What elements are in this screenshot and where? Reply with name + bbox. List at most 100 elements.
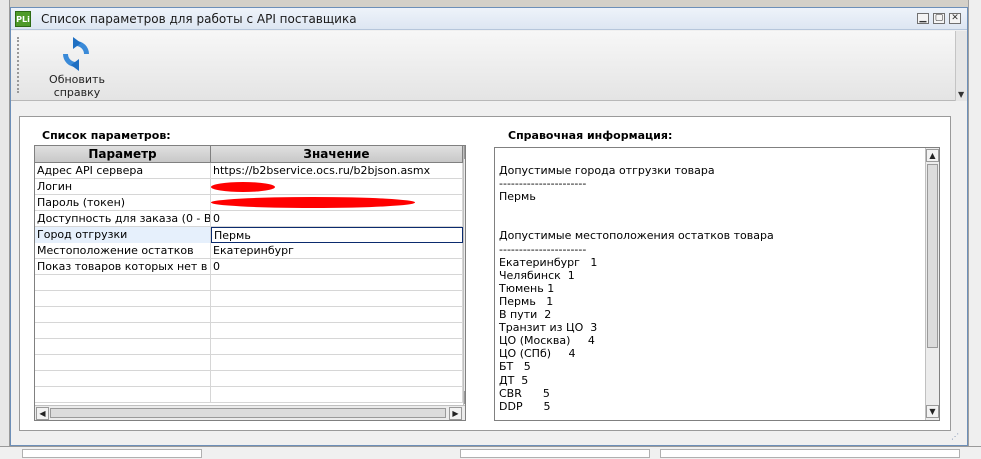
redaction-mark <box>211 182 275 192</box>
parameters-window: PLi Список параметров для работы с API п… <box>10 7 968 446</box>
maximize-button[interactable]: ▢ <box>933 13 945 24</box>
table-row[interactable]: Логин <box>35 179 465 195</box>
empty-cell <box>35 275 211 291</box>
reference-line: БТ 5 <box>499 360 531 374</box>
reference-line: Транзит из ЦО 3 <box>499 321 598 335</box>
empty-cell <box>211 307 463 323</box>
close-button[interactable]: ✕ <box>949 13 961 24</box>
table-row-empty[interactable] <box>35 339 465 355</box>
background-app-left-edge <box>0 0 10 459</box>
window-title: Список параметров для работы с API поста… <box>41 12 357 26</box>
empty-cell <box>35 339 211 355</box>
empty-cell <box>35 355 211 371</box>
table-row-empty[interactable] <box>35 387 465 403</box>
scroll-right-icon[interactable]: ▶ <box>449 407 462 420</box>
param-name-cell[interactable]: Доступность для заказа (0 - Весь <box>35 211 211 227</box>
param-value-cell[interactable]: 0 <box>211 259 463 275</box>
grid-header: Параметр Значение <box>35 146 465 163</box>
scroll-down-icon[interactable]: ▼ <box>926 405 939 418</box>
empty-cell <box>35 307 211 323</box>
param-value-cell[interactable]: Екатеринбург <box>211 243 463 259</box>
reference-line <box>499 216 919 229</box>
table-row-empty[interactable] <box>35 275 465 291</box>
scroll-left-icon[interactable]: ◀ <box>36 407 49 420</box>
toolbar-grip[interactable] <box>17 37 20 93</box>
reference-line: ---------------------- <box>499 177 587 191</box>
empty-cell <box>35 323 211 339</box>
grid-horizontal-scrollbar[interactable]: ◀ ▶ <box>35 405 465 420</box>
refresh-reference-button[interactable]: Обновить справку <box>25 35 129 99</box>
table-row-selected[interactable]: Город отгрузки Пермь <box>35 227 465 243</box>
reference-line: ЦО (Москва) 4 <box>499 334 595 348</box>
reference-line: Допустимые местоположения остатков товар… <box>499 229 774 243</box>
param-name-cell[interactable]: Пароль (токен) <box>35 195 211 211</box>
param-name-cell[interactable]: Город отгрузки <box>35 227 211 243</box>
table-row-empty[interactable] <box>35 323 465 339</box>
column-header-param[interactable]: Параметр <box>35 146 211 163</box>
grid-vertical-scrollbar[interactable]: ▲ ▼ <box>463 146 465 405</box>
vertical-scroll-thumb[interactable] <box>927 164 938 348</box>
grid-body: Адрес API сервера https://b2bservice.ocs… <box>35 163 465 405</box>
table-row[interactable]: Доступность для заказа (0 - Весь 0 <box>35 211 465 227</box>
table-row[interactable]: Местоположение остатков Екатеринбург <box>35 243 465 259</box>
reference-line: ---------------------- <box>499 242 587 256</box>
empty-cell <box>211 275 463 291</box>
reference-line: Челябинск 1 <box>499 268 575 282</box>
background-field <box>460 449 650 458</box>
scroll-up-icon[interactable]: ▲ <box>926 149 939 162</box>
param-name-cell[interactable]: Логин <box>35 179 211 195</box>
reference-line: Пермь 1 <box>499 294 554 308</box>
reference-vertical-scrollbar[interactable]: ▲ ▼ <box>925 148 939 420</box>
table-row[interactable]: Пароль (токен) <box>35 195 465 211</box>
param-name-cell[interactable]: Показ товаров которых нет в нал <box>35 259 211 275</box>
resize-grip-icon[interactable]: ⋰ <box>951 432 961 442</box>
reference-line: ДТ 5 <box>499 373 529 387</box>
reference-line: В пути 2 <box>499 308 552 322</box>
empty-cell <box>35 387 211 403</box>
reference-line <box>499 203 919 216</box>
reference-line: ЦО (СПб) 4 <box>499 347 576 361</box>
reference-section-label: Справочная информация: <box>508 129 673 142</box>
empty-cell <box>211 291 463 307</box>
empty-cell <box>35 371 211 387</box>
background-app-bottom-edge <box>0 446 981 459</box>
redaction-mark <box>211 197 415 208</box>
empty-cell <box>211 339 463 355</box>
param-value-cell[interactable]: https://b2bservice.ocs.ru/b2bjson.asmx <box>211 163 463 179</box>
column-header-value[interactable]: Значение <box>211 146 463 163</box>
scroll-up-icon[interactable]: ▲ <box>464 146 465 159</box>
empty-cell <box>211 355 463 371</box>
param-name-cell[interactable]: Адрес API сервера <box>35 163 211 179</box>
toolbar: Обновить справку ▼ <box>11 31 967 101</box>
horizontal-scroll-thumb[interactable] <box>50 408 446 418</box>
empty-cell <box>211 323 463 339</box>
reference-textarea[interactable]: Допустимые города отгрузки товара -------… <box>494 147 940 421</box>
background-field <box>660 449 960 458</box>
empty-cell <box>211 387 463 403</box>
minimize-button[interactable]: ▁ <box>917 13 929 24</box>
title-bar[interactable]: PLi Список параметров для работы с API п… <box>11 8 967 30</box>
param-value-cell[interactable]: 0 <box>211 211 463 227</box>
table-row-empty[interactable] <box>35 355 465 371</box>
table-row[interactable]: Показ товаров которых нет в нал 0 <box>35 259 465 275</box>
chevron-down-icon: ▼ <box>958 90 965 99</box>
param-name-cell[interactable]: Местоположение остатков <box>35 243 211 259</box>
reference-text: Допустимые города отгрузки товара -------… <box>499 164 919 413</box>
table-row-empty[interactable] <box>35 291 465 307</box>
params-section-label: Список параметров: <box>42 129 171 142</box>
empty-cell <box>211 371 463 387</box>
table-row[interactable]: Адрес API сервера https://b2bservice.ocs… <box>35 163 465 179</box>
table-row-empty[interactable] <box>35 371 465 387</box>
table-row-empty[interactable] <box>35 307 465 323</box>
empty-cell <box>35 291 211 307</box>
reference-line: DDP 5 <box>499 399 551 413</box>
param-value-cell[interactable]: Пермь <box>211 227 463 243</box>
refresh-reference-label: Обновить справку <box>49 73 105 99</box>
toolbar-overflow[interactable]: ▼ <box>955 31 967 101</box>
reference-line: Допустимые города отгрузки товара <box>499 164 715 177</box>
reference-line: Екатеринбург 1 <box>499 255 598 269</box>
reference-line: CBR 5 <box>499 386 550 400</box>
background-field <box>22 449 202 458</box>
reference-line: Тюмень 1 <box>499 281 555 295</box>
scroll-down-icon[interactable]: ▼ <box>464 391 465 404</box>
